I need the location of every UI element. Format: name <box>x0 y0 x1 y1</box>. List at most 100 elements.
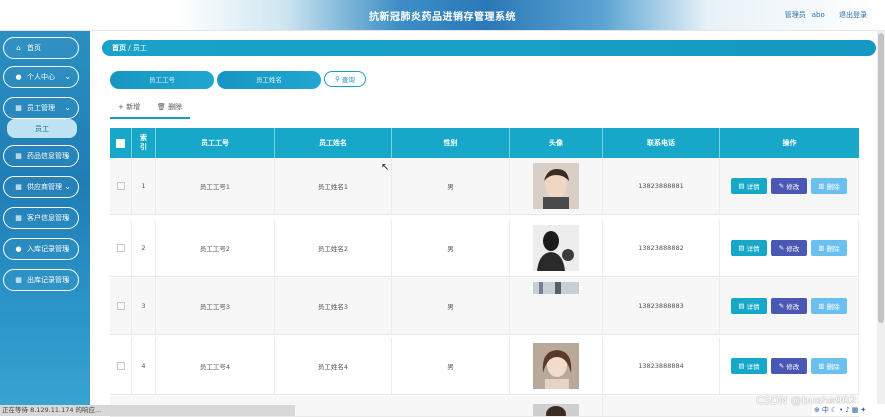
search-button[interactable]: ⚲ 查询 <box>324 71 366 87</box>
gear-icon[interactable]: ✦ <box>860 406 866 414</box>
input-method-icon[interactable]: 中 <box>822 405 829 415</box>
chevron-down-icon: ⌄ <box>64 213 71 222</box>
chevron-down-icon: ⌄ <box>64 151 71 160</box>
detail-button-label: 详情 <box>746 183 760 191</box>
table-row: 4 员工工号4 员工姓名4 男 13823888884 ▤ 详情 ✎ 修改 ▥ 删除 <box>110 338 859 395</box>
detail-button-label: 详情 <box>746 245 760 253</box>
sidebar-item-employee-management[interactable]: ▦ 员工管理 ⌄ <box>3 97 79 119</box>
detail-button[interactable]: ▤ 详情 <box>731 178 767 194</box>
system-tray: ⊕ 中 ☾ • ♪ ▦ ✦ <box>812 404 885 416</box>
row-select-cell <box>110 220 132 276</box>
row-avatar-cell <box>510 278 603 334</box>
document-icon: ▤ <box>738 244 745 252</box>
detail-button[interactable]: ▤ 详情 <box>731 240 767 256</box>
delete-button[interactable]: ▥ 删除 <box>811 240 847 256</box>
row-employee-name: 员工姓名3 <box>275 278 392 334</box>
sidebar-item-label: 药品信息管理 <box>27 152 69 160</box>
employee-id-search-input[interactable] <box>110 71 214 89</box>
row-phone: 13823888883 <box>603 278 720 334</box>
row-phone: 13823888882 <box>603 220 720 276</box>
chevron-down-icon: ⌄ <box>64 72 71 81</box>
edit-button[interactable]: ✎ 修改 <box>771 178 807 194</box>
row-operations: ▤ 详情 ✎ 修改 ▥ 删除 <box>720 338 859 394</box>
chevron-down-icon: ⌄ <box>64 244 71 253</box>
row-avatar-cell <box>510 158 603 214</box>
row-gender: 男 <box>392 338 510 394</box>
edit-button[interactable]: ✎ 修改 <box>771 240 807 256</box>
document-icon: ▤ <box>738 302 745 310</box>
sidebar-item-outbound[interactable]: ▦ 出库记录管理 ⌄ <box>3 269 79 291</box>
user-icon: ● <box>15 245 22 253</box>
row-employee-id: 员工工号3 <box>156 278 275 334</box>
employee-name-search-input[interactable] <box>217 71 321 89</box>
row-operations: ▤ 详情 ✎ 修改 ▥ 删除 <box>720 220 859 276</box>
chevron-down-icon: ⌄ <box>64 275 71 284</box>
grid-icon: ▦ <box>15 276 22 284</box>
sidebar-item-inbound[interactable]: ● 入库记录管理 ⌄ <box>3 238 79 260</box>
detail-button[interactable]: ▤ 详情 <box>731 358 767 374</box>
pencil-icon: ✎ <box>778 244 785 252</box>
sidebar-subitem-employee[interactable]: 员工 <box>7 119 77 138</box>
breadcrumb-current: 员工 <box>132 44 147 52</box>
sidebar-item-home[interactable]: ⌂ 首页 <box>3 37 79 59</box>
dot-icon[interactable]: • <box>839 406 843 414</box>
scrollbar-thumb[interactable] <box>878 33 884 323</box>
chevron-down-icon: ⌄ <box>64 182 71 191</box>
vertical-scrollbar[interactable] <box>877 31 885 416</box>
trash-icon: 🗑 <box>157 103 166 111</box>
row-employee-name: 员工姓名4 <box>275 338 392 394</box>
row-avatar-cell <box>510 396 603 416</box>
breadcrumb: 首页 / 员工 <box>102 40 876 56</box>
delete-button-label: 删除 <box>826 183 840 191</box>
detail-button[interactable]: ▤ 详情 <box>731 298 767 314</box>
edit-button[interactable]: ✎ 修改 <box>771 358 807 374</box>
breadcrumb-separator: / <box>128 44 131 52</box>
header-operations: 操作 <box>782 138 797 147</box>
sidebar-item-personal-center[interactable]: ● 个人中心 ⌄ <box>3 66 79 88</box>
sidebar-item-drug-info[interactable]: ▦ 药品信息管理 ⌄ <box>3 145 79 167</box>
home-icon: ⌂ <box>16 44 21 52</box>
row-checkbox[interactable] <box>116 244 125 252</box>
avatar <box>533 225 579 271</box>
grid-icon: ▦ <box>15 183 22 191</box>
edit-button[interactable]: ✎ 修改 <box>771 298 807 314</box>
row-employee-name: 员工姓名1 <box>275 158 392 214</box>
row-checkbox[interactable] <box>116 362 125 370</box>
detail-button-label: 详情 <box>746 363 760 371</box>
table-header: 索引 员工工号 员工姓名 性别 头像 联系电话 操作 <box>110 128 859 158</box>
user-icon: ● <box>15 73 22 81</box>
delete-button[interactable]: ▥ 删除 <box>811 358 847 374</box>
pencil-icon: ✎ <box>778 362 785 370</box>
avatar <box>533 282 579 294</box>
row-phone: 13823888884 <box>603 338 720 394</box>
avatar <box>533 163 579 209</box>
logout-link[interactable]: 退出登录 <box>839 11 867 19</box>
add-button[interactable]: + 新增 <box>118 102 140 112</box>
row-checkbox[interactable] <box>116 182 125 190</box>
row-phone: 13823888881 <box>603 158 720 214</box>
keyboard-icon[interactable]: ▦ <box>852 406 859 414</box>
delete-button-label: 删除 <box>826 303 840 311</box>
row-select-cell <box>110 278 132 334</box>
header-index: 索引 <box>132 128 156 158</box>
sidebar-item-customer[interactable]: ▦ 客户信息管理 ⌄ <box>3 207 79 229</box>
row-gender: 男 <box>392 278 510 334</box>
app-icon[interactable]: ⊕ <box>814 406 820 414</box>
microphone-icon[interactable]: ♪ <box>845 406 849 414</box>
delete-button[interactable]: ▥ 删除 <box>811 298 847 314</box>
row-checkbox[interactable] <box>116 302 125 310</box>
action-tabs: + 新增 🗑 删除 <box>110 101 190 119</box>
select-all-checkbox[interactable] <box>116 138 125 148</box>
row-employee-id: 员工工号4 <box>156 338 275 394</box>
breadcrumb-home[interactable]: 首页 <box>112 44 126 52</box>
delete-button-label: 删除 <box>826 363 840 371</box>
sidebar: ⌂ 首页 ● 个人中心 ⌄ ▦ 员工管理 ⌄ 员工 ▦ 药品信息管理 ⌄ ▦ 供… <box>0 31 90 416</box>
sidebar-item-supplier[interactable]: ▦ 供应商管理 ⌄ <box>3 176 79 198</box>
moon-icon[interactable]: ☾ <box>831 406 837 414</box>
delete-button[interactable]: ▥ 删除 <box>811 178 847 194</box>
batch-delete-button[interactable]: 🗑 删除 <box>157 102 182 112</box>
app-title: 抗新冠肺炎药品进销存管理系统 <box>369 12 516 23</box>
row-operations: ▤ 详情 ✎ 修改 ▥ 删除 <box>720 278 859 334</box>
search-button-label: 查询 <box>341 76 355 84</box>
row-employee-name: 员工姓名2 <box>275 220 392 276</box>
